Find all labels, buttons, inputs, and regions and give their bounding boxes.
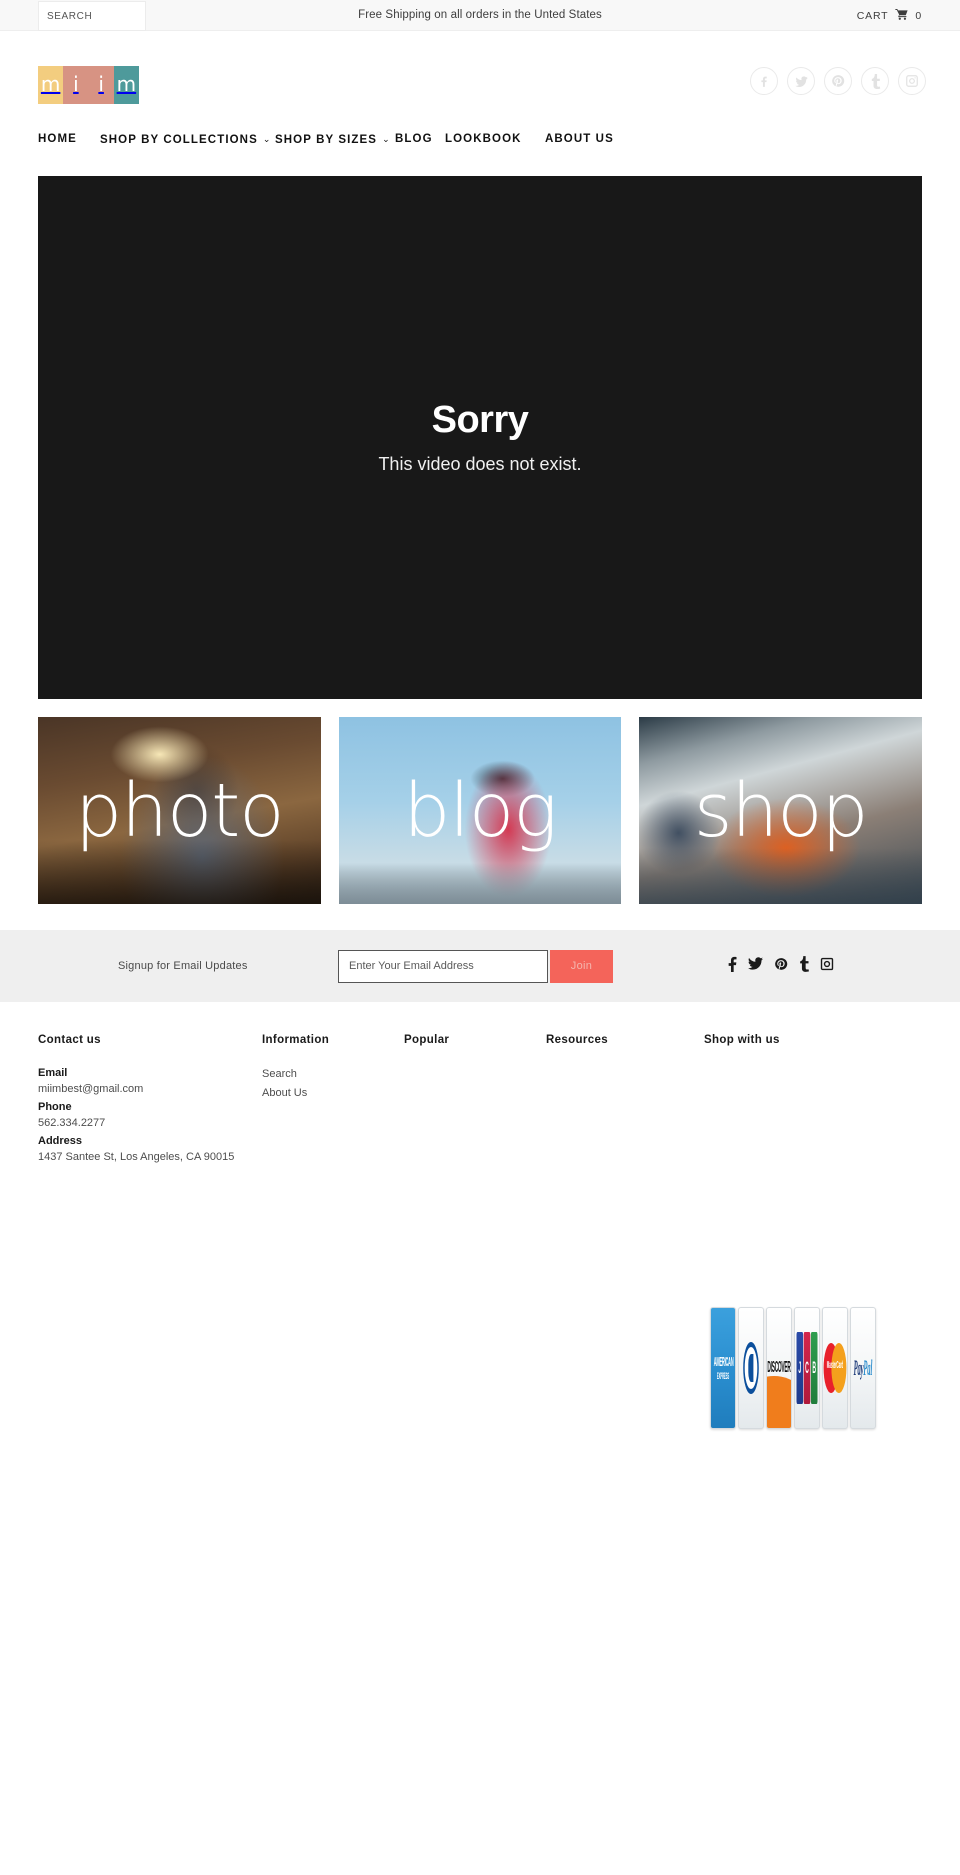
nav-item-shop-by-sizes[interactable]: SHOP BY SIZES ⌄ [275,124,395,155]
video-error-panel: Sorry This video does not exist. [38,176,922,699]
announcement-bar: Free Shipping on all orders in the Unted… [0,0,960,31]
promo-tile-blog[interactable]: blog [338,717,622,904]
logo-letter-4: m [113,66,139,104]
tumblr-icon[interactable] [799,955,809,977]
footer-column-resources: Resources [546,1034,704,1168]
cart-link[interactable]: CART 0 [857,0,922,31]
site-logo[interactable]: m i i m [38,66,139,104]
mastercard-icon: MasterCard [822,1307,848,1429]
payment-methods: AMERICAN EXPRESS DISCOVER JCB MasterCard [710,1307,876,1429]
paypal-icon: PayPal [850,1307,876,1429]
nav-item-about-us[interactable]: ABOUT US [545,124,613,154]
footer-heading-popular: Popular [404,1034,450,1046]
tumblr-icon[interactable] [861,67,889,95]
amex-line-2: EXPRESS [716,1370,730,1381]
footer-heading-shop-with-us: Shop with us [704,1034,780,1046]
logo-letter-3: i [88,66,114,104]
facebook-icon[interactable] [728,956,737,977]
footer-column-shop-with-us: Shop with us [704,1034,922,1168]
footer-label-phone: Phone [38,1100,72,1113]
main-navigation: HOME SHOP BY COLLECTIONS ⌄ SHOP BY SIZES ⌄… [0,124,960,176]
search-input[interactable] [38,1,146,31]
mastercard-wordmark: MasterCard [826,1360,844,1371]
footer-heading-contact: Contact us [38,1034,101,1046]
footer-column-contact: Contact us Email miimbest@gmail.com Phon… [38,1034,262,1168]
instagram-icon[interactable] [820,957,834,976]
footer-value-email: miimbest@gmail.com [38,1082,144,1095]
logo-letter-2: i [63,66,89,104]
instagram-icon[interactable] [898,67,926,95]
video-error-message: This video does not exist. [378,453,582,474]
hero-section: Sorry This video does not exist. [0,176,960,699]
nav-item-lookbook[interactable]: LOOKBOOK [445,133,522,145]
paypal-pay: Pay [853,1355,864,1380]
nav-item-home[interactable]: HOME [38,133,77,145]
newsletter-signup-bar: Signup for Email Updates Join [0,930,960,1002]
promo-tile-label: shop [693,767,869,854]
nav-label-shop-by-collections: SHOP BY COLLECTIONS [100,134,258,146]
newsletter-label: Signup for Email Updates [118,960,248,972]
pinterest-icon[interactable] [774,957,788,976]
promo-tile-label: blog [403,767,557,854]
diners-club-icon [738,1307,764,1429]
footer-label-address: Address [38,1134,83,1147]
footer-column-popular: Popular [404,1034,546,1168]
twitter-icon[interactable] [748,956,763,976]
footer-value-address: 1437 Santee St, Los Angeles, CA 90015 [38,1150,235,1163]
paypal-pal: Pal [863,1355,873,1380]
chevron-down-icon: ⌄ [382,134,391,144]
promo-tiles: photo blog shop [0,699,960,904]
promo-tile-label: photo [75,767,284,854]
footer-heading-resources: Resources [546,1034,608,1046]
jcb-icon: JCB [794,1307,820,1429]
facebook-icon[interactable] [750,67,778,95]
pinterest-icon[interactable] [824,67,852,95]
footer-heading-information: Information [262,1034,330,1046]
footer-value-phone: 562.334.2277 [38,1116,106,1129]
discover-wordmark: DISCOVER [767,1359,791,1376]
shopping-cart-icon [895,8,908,23]
header-social-links [750,67,926,95]
nav-item-shop-by-collections[interactable]: SHOP BY COLLECTIONS ⌄ [100,124,275,155]
discover-icon: DISCOVER [766,1307,792,1429]
promo-tile-shop[interactable]: shop [639,717,923,904]
site-footer: Contact us Email miimbest@gmail.com Phon… [0,1002,960,1168]
nav-label-shop-by-sizes: SHOP BY SIZES [275,134,378,146]
twitter-icon[interactable] [787,67,815,95]
footer-label-email: Email [38,1067,68,1079]
site-header: m i i m [0,31,960,124]
footer-column-information: Information Search About Us [262,1034,404,1168]
american-express-icon: AMERICAN EXPRESS [710,1307,736,1429]
video-error-title: Sorry [431,399,529,442]
newsletter-join-button[interactable]: Join [550,949,613,983]
logo-letter-1: m [38,66,64,104]
newsletter-email-input[interactable] [338,949,548,983]
amex-line-1: AMERICAN [713,1353,734,1369]
newsletter-social-links [728,955,834,977]
cart-label: CART [856,9,889,22]
footer-link-search[interactable]: Search [262,1066,404,1083]
chevron-down-icon: ⌄ [262,134,272,144]
promo-tile-photo[interactable]: photo [38,717,321,904]
cart-count: 0 [915,9,922,22]
nav-item-blog[interactable]: BLOG [395,133,433,145]
footer-link-about-us[interactable]: About Us [262,1085,404,1102]
